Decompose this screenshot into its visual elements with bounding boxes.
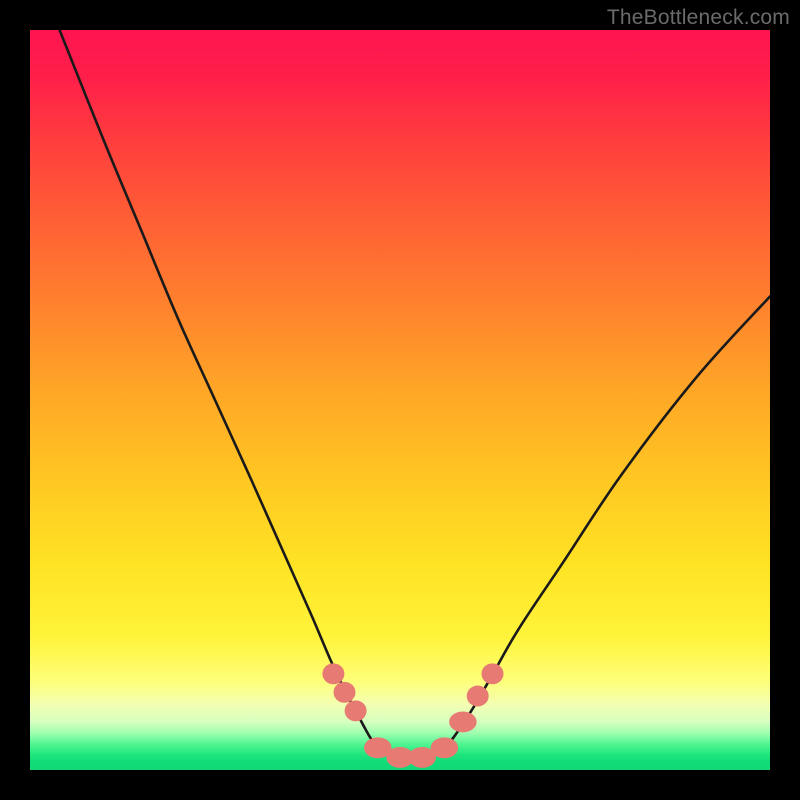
curve-layer [30, 30, 770, 770]
marker-dot [345, 700, 367, 721]
marker-dot [334, 682, 356, 703]
marker-dot [431, 737, 459, 758]
marker-dot [467, 686, 489, 707]
plot-area [30, 30, 770, 770]
marker-dot [482, 663, 504, 684]
marker-dot [322, 663, 344, 684]
curve-path [60, 30, 770, 760]
marker-dot [449, 711, 477, 732]
outer-frame: TheBottleneck.com [0, 0, 800, 800]
bottleneck-curve [60, 30, 770, 760]
marker-group [322, 663, 503, 768]
watermark-text: TheBottleneck.com [607, 6, 790, 30]
